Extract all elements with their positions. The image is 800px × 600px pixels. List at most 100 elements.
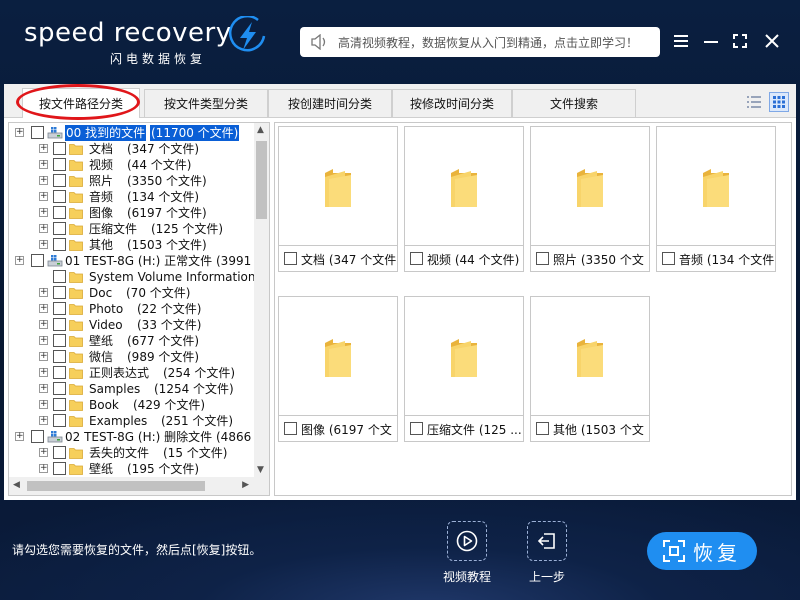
expand-toggle-icon[interactable]: + — [39, 368, 48, 377]
tree-folder-node[interactable]: + Samples (1254 个文件) — [9, 381, 255, 397]
expand-toggle-icon[interactable]: + — [39, 448, 48, 457]
tree-folder-node[interactable]: + Video (33 个文件) — [9, 317, 255, 333]
folder-card[interactable]: 照片 (3350 个文 — [530, 126, 650, 272]
minimize-button[interactable] — [700, 30, 722, 52]
folder-card[interactable]: 文档 (347 个文件) — [278, 126, 398, 272]
tab-by-type[interactable]: 按文件类型分类 — [144, 89, 268, 117]
node-checkbox[interactable] — [53, 222, 66, 235]
card-checkbox[interactable] — [410, 422, 423, 435]
node-checkbox[interactable] — [53, 302, 66, 315]
scroll-up-icon[interactable]: ▲ — [257, 125, 264, 135]
tree-folder-node[interactable]: System Volume Information(3 — [9, 269, 255, 285]
expand-toggle-icon[interactable]: + — [39, 176, 48, 185]
node-checkbox[interactable] — [31, 254, 44, 267]
card-checkbox[interactable] — [662, 252, 675, 265]
scroll-left-icon[interactable]: ◀ — [13, 480, 20, 490]
tree-folder-node[interactable]: + 照片 (3350 个文件) — [9, 173, 255, 189]
expand-toggle-icon[interactable]: + — [15, 432, 24, 441]
expand-toggle-icon[interactable]: + — [39, 240, 48, 249]
tree-folder-node[interactable]: + 壁纸 (195 个文件) — [9, 461, 255, 477]
node-checkbox[interactable] — [53, 206, 66, 219]
expand-toggle-icon[interactable]: + — [15, 128, 24, 137]
node-checkbox[interactable] — [53, 174, 66, 187]
scrollbar-thumb[interactable] — [27, 481, 205, 491]
back-button[interactable] — [527, 521, 567, 561]
tree-horizontal-scrollbar[interactable]: ◀ ▶ — [9, 477, 269, 495]
node-checkbox[interactable] — [53, 398, 66, 411]
tree-drive-node[interactable]: +00 找到的文件 (11700 个文件) — [9, 125, 255, 141]
node-checkbox[interactable] — [53, 190, 66, 203]
tree-folder-node[interactable]: + 微信 (989 个文件) — [9, 349, 255, 365]
folder-tree[interactable]: +00 找到的文件 (11700 个文件) + 文档 (347 个文件) + 视频 (44 个… — [8, 122, 270, 496]
tree-vertical-scrollbar[interactable]: ▲ ▼ — [254, 123, 269, 477]
maximize-button[interactable] — [729, 30, 751, 52]
tree-folder-node[interactable]: + 文档 (347 个文件) — [9, 141, 255, 157]
expand-toggle-icon[interactable]: + — [39, 160, 48, 169]
expand-toggle-icon[interactable]: + — [39, 144, 48, 153]
folder-card[interactable]: 音频 (134 个文件) — [656, 126, 776, 272]
card-checkbox[interactable] — [410, 252, 423, 265]
node-checkbox[interactable] — [53, 286, 66, 299]
folder-card[interactable]: 其他 (1503 个文 — [530, 296, 650, 442]
tree-folder-node[interactable]: + Examples (251 个文件) — [9, 413, 255, 429]
expand-toggle-icon[interactable]: + — [15, 256, 24, 265]
tutorial-banner[interactable]: 高清视频教程，数据恢复从入门到精通，点击立即学习！ — [300, 27, 660, 57]
node-checkbox[interactable] — [53, 142, 66, 155]
close-button[interactable] — [761, 30, 783, 52]
video-tutorial-button[interactable] — [447, 521, 487, 561]
node-checkbox[interactable] — [31, 126, 44, 139]
tree-folder-node[interactable]: + 图像 (6197 个文件) — [9, 205, 255, 221]
tab-by-modified-time[interactable]: 按修改时间分类 — [392, 89, 512, 117]
tree-folder-node[interactable]: + Book (429 个文件) — [9, 397, 255, 413]
folder-card[interactable]: 图像 (6197 个文 — [278, 296, 398, 442]
scrollbar-thumb[interactable] — [256, 141, 267, 219]
node-checkbox[interactable] — [53, 350, 66, 363]
node-checkbox[interactable] — [53, 158, 66, 171]
grid-view-button[interactable] — [769, 92, 789, 112]
expand-toggle-icon[interactable]: + — [39, 464, 48, 473]
tree-folder-node[interactable]: + 壁纸 (677 个文件) — [9, 333, 255, 349]
recover-button[interactable]: 恢复 — [647, 532, 757, 570]
tree-drive-node[interactable]: +01 TEST-8G (H:) 正常文件(3991 个文 — [9, 253, 255, 269]
tree-folder-node[interactable]: + 其他 (1503 个文件) — [9, 237, 255, 253]
tree-folder-node[interactable]: + 视频 (44 个文件) — [9, 157, 255, 173]
node-checkbox[interactable] — [53, 446, 66, 459]
tree-folder-node[interactable]: + 正则表达式 (254 个文件) — [9, 365, 255, 381]
expand-toggle-icon[interactable]: + — [39, 400, 48, 409]
expand-toggle-icon[interactable]: + — [39, 384, 48, 393]
card-checkbox[interactable] — [536, 422, 549, 435]
expand-toggle-icon[interactable]: + — [39, 208, 48, 217]
card-checkbox[interactable] — [284, 422, 297, 435]
folder-card[interactable]: 视频 (44 个文件) — [404, 126, 524, 272]
node-checkbox[interactable] — [53, 238, 66, 251]
tree-folder-node[interactable]: + Doc (70 个文件) — [9, 285, 255, 301]
menu-button[interactable] — [670, 30, 692, 52]
list-view-button[interactable] — [744, 92, 764, 112]
node-checkbox[interactable] — [53, 366, 66, 379]
node-checkbox[interactable] — [31, 430, 44, 443]
expand-toggle-icon[interactable]: + — [39, 320, 48, 329]
node-checkbox[interactable] — [53, 334, 66, 347]
expand-toggle-icon[interactable]: + — [39, 416, 48, 425]
tree-folder-node[interactable]: + 压缩文件 (125 个文件) — [9, 221, 255, 237]
tree-folder-node[interactable]: + 丢失的文件 (15 个文件) — [9, 445, 255, 461]
expand-toggle-icon[interactable]: + — [39, 192, 48, 201]
tab-file-search[interactable]: 文件搜索 — [512, 89, 636, 117]
scroll-right-icon[interactable]: ▶ — [242, 480, 249, 490]
tree-folder-node[interactable]: + 音频 (134 个文件) — [9, 189, 255, 205]
expand-toggle-icon[interactable]: + — [39, 224, 48, 233]
card-checkbox[interactable] — [284, 252, 297, 265]
tab-by-path[interactable]: 按文件路径分类 — [22, 88, 140, 118]
expand-toggle-icon[interactable]: + — [39, 304, 48, 313]
scroll-down-icon[interactable]: ▼ — [257, 465, 264, 475]
card-checkbox[interactable] — [536, 252, 549, 265]
expand-toggle-icon[interactable]: + — [39, 336, 48, 345]
node-checkbox[interactable] — [53, 382, 66, 395]
expand-toggle-icon[interactable]: + — [39, 352, 48, 361]
folder-card[interactable]: 压缩文件 (125 ... — [404, 296, 524, 442]
tree-drive-node[interactable]: +02 TEST-8G (H:) 删除文件(4866 个文 — [9, 429, 255, 445]
tree-folder-node[interactable]: + Photo (22 个文件) — [9, 301, 255, 317]
expand-toggle-icon[interactable]: + — [39, 288, 48, 297]
node-checkbox[interactable] — [53, 318, 66, 331]
tab-by-created-time[interactable]: 按创建时间分类 — [268, 89, 392, 117]
